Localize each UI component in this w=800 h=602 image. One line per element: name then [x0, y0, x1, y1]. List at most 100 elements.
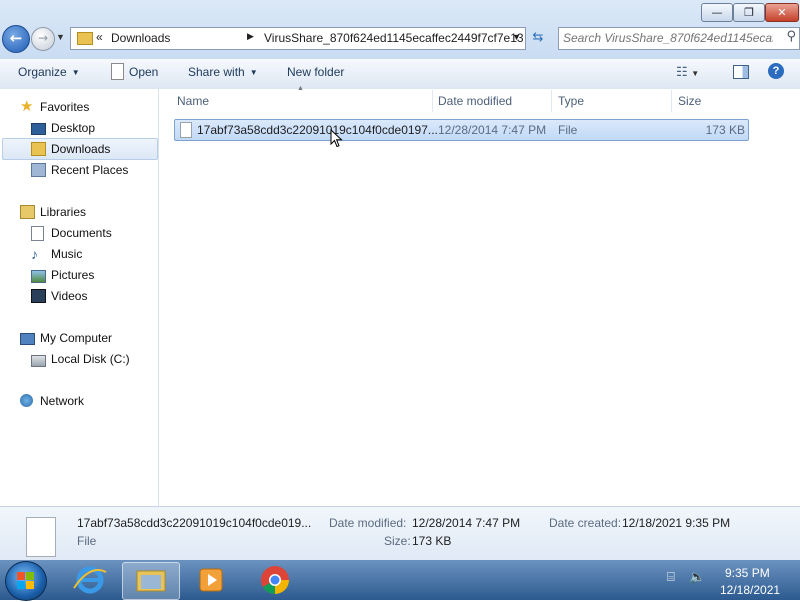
maximize-icon: ❐	[744, 6, 754, 19]
file-date-modified: 12/28/2014 7:47 PM	[438, 123, 547, 137]
forward-button[interactable]: →	[31, 27, 55, 51]
column-header-size[interactable]: Size	[678, 94, 701, 108]
downloads-folder-icon	[31, 142, 46, 156]
windows-logo-icon	[17, 572, 35, 590]
details-date-created-label: Date created:	[549, 516, 622, 530]
nav-label: Music	[51, 247, 83, 261]
nav-label: Pictures	[51, 268, 95, 282]
organize-menu[interactable]: Organize ▼	[18, 65, 80, 80]
sort-ascending-icon: ▲	[297, 85, 304, 92]
computer-icon	[20, 333, 35, 345]
file-type: File	[558, 123, 578, 137]
share-with-menu[interactable]: Share with ▼	[188, 65, 258, 80]
chevron-down-icon: ▼	[691, 69, 700, 78]
file-thumbnail-icon	[26, 517, 56, 557]
nav-label: Libraries	[40, 205, 87, 219]
open-file-icon	[111, 63, 124, 80]
close-button[interactable]: ✕	[765, 3, 799, 22]
change-view-button[interactable]: ☷ ▼	[676, 64, 699, 80]
breadcrumb-current-folder[interactable]: VirusShare_870f624ed1145ecaffec2449f7cf7…	[264, 31, 524, 45]
nav-label: Videos	[51, 289, 88, 303]
internet-explorer-icon	[73, 566, 107, 594]
clock-time[interactable]: 9:35 PM	[725, 566, 770, 580]
libraries-icon	[20, 205, 35, 219]
column-divider[interactable]	[551, 90, 552, 112]
file-row[interactable]: 17abf73a58cdd3c22091019c104f0cde0197... …	[174, 119, 749, 141]
music-icon: ♪	[31, 246, 38, 262]
chevron-down-icon: ▼	[71, 68, 80, 77]
new-folder-button[interactable]: New folder	[287, 65, 344, 79]
details-file-type: File	[77, 534, 97, 548]
column-header-name[interactable]: Name	[177, 94, 209, 108]
network-icon	[20, 394, 33, 407]
minimize-button[interactable]: —	[701, 3, 733, 22]
refresh-button[interactable]: ⇆	[527, 28, 549, 48]
address-dropdown-icon[interactable]: ▼	[512, 32, 521, 42]
preview-pane-button[interactable]	[733, 65, 749, 79]
search-input[interactable]	[563, 30, 773, 46]
nav-label: Downloads	[51, 142, 111, 156]
documents-icon	[31, 226, 44, 241]
column-header-date-modified[interactable]: Date modified	[438, 94, 512, 108]
network-tray-icon[interactable]: ⌸	[667, 570, 675, 585]
search-icon[interactable]: ⚲	[786, 29, 796, 44]
minimize-icon: —	[711, 6, 723, 19]
share-with-label: Share with	[188, 65, 245, 79]
nav-label: Desktop	[51, 121, 96, 135]
star-icon: ★	[20, 98, 34, 115]
details-date-modified: 12/28/2014 7:47 PM	[412, 516, 521, 530]
details-size: 173 KB	[412, 534, 452, 548]
details-file-name: 17abf73a58cdd3c22091019c104f0cde019...	[77, 516, 312, 530]
open-button[interactable]: Open	[129, 65, 158, 79]
videos-icon	[31, 289, 46, 303]
column-header-type[interactable]: Type	[558, 94, 584, 108]
start-button[interactable]	[5, 561, 47, 601]
breadcrumb-separator[interactable]: ▶	[247, 31, 254, 42]
new-folder-label: New folder	[287, 65, 345, 79]
taskbar-chrome[interactable]	[246, 562, 302, 598]
details-date-created: 12/18/2021 9:35 PM	[622, 516, 731, 530]
chevron-down-icon: ▼	[249, 68, 258, 77]
open-label: Open	[129, 65, 159, 79]
help-button[interactable]: ?	[768, 63, 784, 79]
clock-date[interactable]: 12/18/2021	[720, 583, 780, 597]
desktop-icon	[31, 123, 46, 135]
details-date-modified-label: Date modified:	[329, 516, 407, 530]
mouse-cursor-icon	[330, 129, 343, 148]
close-icon: ✕	[777, 6, 787, 19]
address-bar[interactable]: « Downloads ▶ VirusShare_870f624ed1145ec…	[70, 27, 526, 50]
breadcrumb-downloads[interactable]: Downloads	[111, 31, 170, 45]
refresh-icon: ⇆	[532, 30, 544, 45]
file-list	[159, 89, 800, 506]
media-player-icon	[199, 568, 223, 592]
nav-label: Recent Places	[51, 163, 129, 177]
nav-label: My Computer	[40, 331, 113, 345]
maximize-button[interactable]: ❐	[733, 3, 765, 22]
forward-arrow-icon: →	[37, 31, 49, 45]
recent-places-icon	[31, 163, 46, 177]
details-size-label: Size:	[384, 534, 411, 548]
recent-pages-dropdown[interactable]: ▼	[56, 32, 65, 42]
taskbar-internet-explorer[interactable]	[62, 562, 118, 598]
file-size: 173 KB	[705, 123, 745, 137]
taskbar-media-player[interactable]	[184, 562, 240, 598]
nav-label: Local Disk (C:)	[51, 352, 130, 366]
column-divider[interactable]	[432, 90, 433, 112]
nav-label: Documents	[51, 226, 112, 240]
volume-tray-icon[interactable]: 🔈	[689, 570, 705, 585]
column-divider[interactable]	[671, 90, 672, 112]
back-arrow-icon: ←	[9, 29, 23, 47]
breadcrumb-overflow[interactable]: «	[96, 30, 103, 44]
hard-drive-icon	[31, 355, 46, 367]
search-box[interactable]: ⚲	[558, 27, 800, 50]
nav-label: Favorites	[40, 100, 90, 114]
taskbar	[0, 560, 800, 600]
chrome-icon	[261, 566, 289, 594]
taskbar-windows-explorer[interactable]	[122, 562, 180, 600]
folder-icon	[77, 32, 93, 45]
file-name: 17abf73a58cdd3c22091019c104f0cde0197...	[197, 123, 438, 137]
windows-explorer-icon	[136, 570, 166, 592]
nav-label: Network	[40, 394, 85, 408]
organize-label: Organize	[18, 65, 67, 79]
back-button[interactable]: ←	[2, 25, 30, 53]
